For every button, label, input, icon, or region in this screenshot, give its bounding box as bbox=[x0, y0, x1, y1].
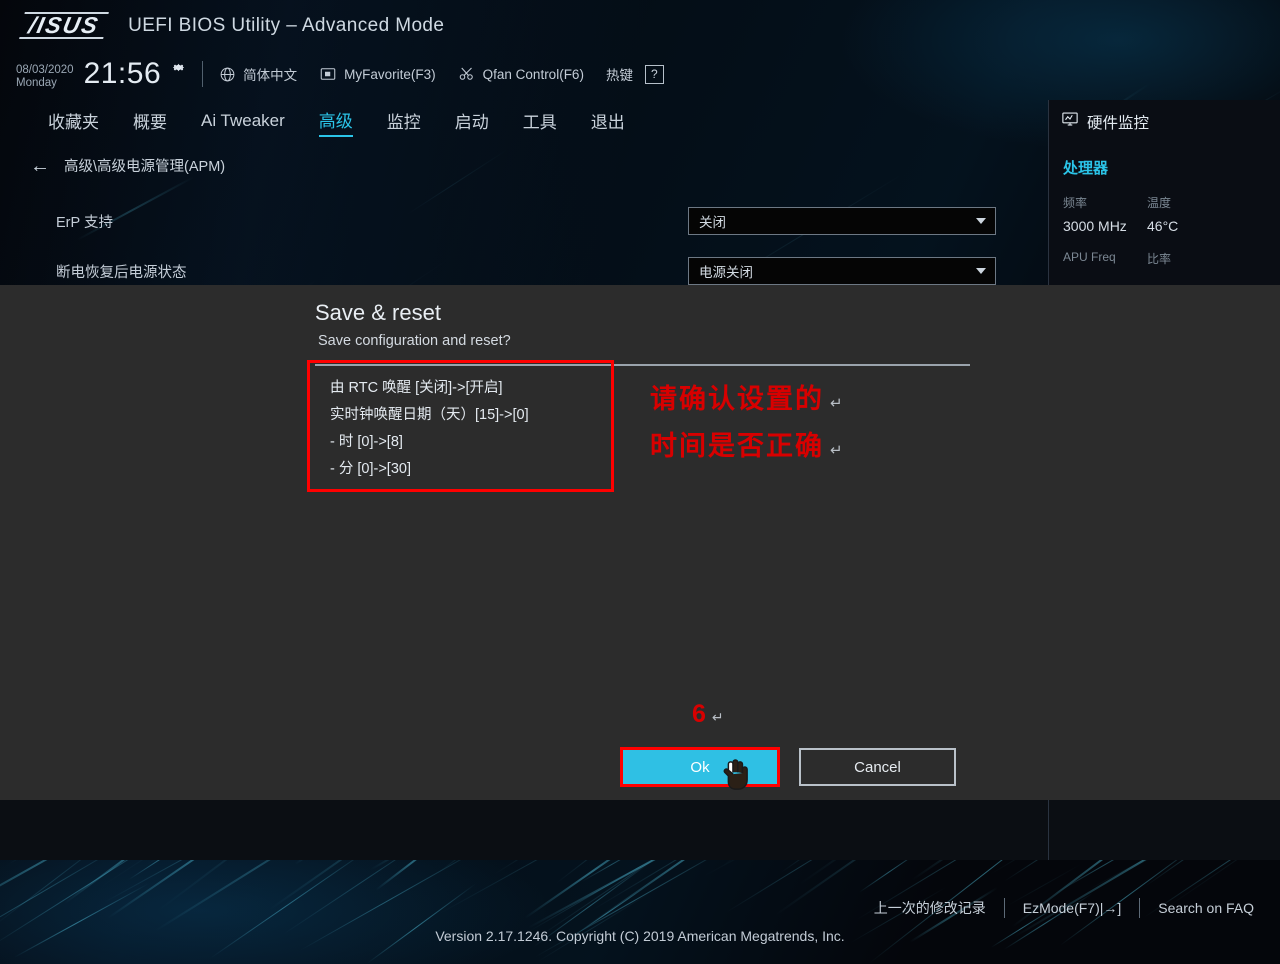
myfavorite-label: MyFavorite(F3) bbox=[344, 66, 436, 82]
header-bar: /ISUS UEFI BIOS Utility – Advanced Mode … bbox=[0, 0, 1280, 100]
tab-main[interactable]: 概要 bbox=[133, 108, 167, 136]
dialog-title: Save & reset bbox=[315, 300, 441, 325]
hw-key-frequency: 频率 bbox=[1063, 196, 1088, 210]
annotation-note: 请确认设置的 ↵ 时间是否正确 ↵ bbox=[650, 378, 843, 472]
tab-advanced[interactable]: 高级 bbox=[318, 107, 353, 137]
asus-logo: /ISUS bbox=[19, 12, 109, 39]
pilcrow-icon: ↵ bbox=[830, 395, 843, 412]
save-reset-dialog bbox=[0, 285, 1280, 800]
setting-value-erp: 关闭 bbox=[699, 215, 726, 230]
settings-list: ErP 支持 关闭 断电恢复后电源状态 电源关闭 bbox=[0, 196, 1048, 296]
bios-screen: /ISUS UEFI BIOS Utility – Advanced Mode … bbox=[0, 0, 1280, 964]
hw-cell-temperature: 温度 46°C bbox=[1147, 194, 1231, 234]
annotation-text-1: 请确认设置的 bbox=[650, 384, 824, 414]
hand-cursor-icon bbox=[719, 758, 749, 792]
highlight-box-ok: Ok bbox=[620, 747, 780, 790]
decorative-streak bbox=[1127, 860, 1250, 871]
tab-tool[interactable]: 工具 bbox=[523, 108, 557, 136]
fan-icon bbox=[458, 65, 476, 83]
tab-monitor[interactable]: 监控 bbox=[387, 108, 421, 136]
chevron-down-icon bbox=[976, 218, 986, 224]
breadcrumb: ← 高级\高级电源管理(APM) bbox=[30, 155, 225, 176]
hotkey-key-icon: ? bbox=[644, 64, 664, 84]
header-divider bbox=[202, 61, 204, 87]
tab-exit[interactable]: 退出 bbox=[591, 108, 625, 136]
qfan-label: Qfan Control(F6) bbox=[482, 66, 584, 82]
language-selector[interactable]: 简体中文 bbox=[219, 64, 297, 84]
tab-favorites[interactable]: 收藏夹 bbox=[48, 108, 99, 136]
hw-key-apu-freq: APU Freq bbox=[1063, 250, 1116, 264]
annotation-text-2: 时间是否正确 bbox=[650, 431, 824, 461]
hardware-monitor-row-2: APU Freq 比率 bbox=[1049, 234, 1280, 274]
decorative-streak bbox=[294, 860, 378, 865]
hardware-monitor-title: 硬件监控 bbox=[1049, 100, 1280, 133]
hw-cell-ratio: 比率 bbox=[1147, 250, 1231, 274]
page-title: UEFI BIOS Utility – Advanced Mode bbox=[128, 14, 445, 36]
dialog-subtitle: Save configuration and reset? bbox=[318, 333, 511, 349]
hw-cell-apu-freq: APU Freq bbox=[1063, 250, 1147, 274]
monitor-icon bbox=[1061, 110, 1079, 133]
search-faq-button[interactable]: Search on FAQ bbox=[1158, 900, 1254, 916]
step-number-text: 6 bbox=[692, 700, 706, 728]
chevron-down-icon bbox=[976, 268, 986, 274]
header-info-row: 08/03/2020 Monday 21:56 简体中文 MyFavorite(… bbox=[16, 54, 686, 94]
clock-text: 21:56 bbox=[83, 57, 162, 90]
qfan-control-button[interactable]: Qfan Control(F6) bbox=[458, 65, 584, 83]
hardware-monitor-section-cpu: 处理器 bbox=[1063, 160, 1109, 177]
hw-cell-frequency: 频率 3000 MHz bbox=[1063, 194, 1147, 234]
gear-icon[interactable] bbox=[171, 60, 186, 75]
date-text: 08/03/2020 bbox=[16, 64, 74, 76]
date-block: 08/03/2020 Monday bbox=[16, 58, 74, 90]
tab-ai-tweaker[interactable]: Ai Tweaker bbox=[201, 111, 285, 134]
globe-icon bbox=[219, 66, 236, 83]
brand-row: /ISUS UEFI BIOS Utility – Advanced Mode bbox=[19, 12, 445, 39]
annotation-line-1: 请确认设置的 ↵ bbox=[650, 378, 843, 425]
content-lower-area bbox=[0, 800, 1280, 860]
pilcrow-icon: ↵ bbox=[830, 442, 843, 459]
highlight-box-changes bbox=[307, 360, 614, 492]
status-divider bbox=[1139, 898, 1141, 918]
hotkey-label: 热键 bbox=[605, 68, 633, 83]
main-tabs: 收藏夹 概要 Ai Tweaker 高级 监控 启动 工具 退出 bbox=[0, 103, 1048, 141]
status-divider bbox=[1003, 898, 1005, 918]
setting-value-power-restore: 电源关闭 bbox=[699, 265, 753, 280]
ok-button[interactable]: Ok bbox=[623, 750, 777, 784]
pilcrow-icon: ↵ bbox=[711, 709, 724, 725]
annotation-step-number: 6 ↵ bbox=[692, 700, 724, 729]
decorative-streak bbox=[436, 860, 660, 874]
folder-star-icon bbox=[319, 65, 337, 83]
hardware-monitor-label: 硬件监控 bbox=[1087, 114, 1150, 132]
datetime-block: 08/03/2020 Monday 21:56 bbox=[16, 58, 186, 90]
decorative-streak bbox=[780, 860, 940, 873]
myfavorite-button[interactable]: MyFavorite(F3) bbox=[319, 65, 436, 83]
hw-key-ratio: 比率 bbox=[1147, 252, 1172, 266]
setting-dropdown-power-restore[interactable]: 电源关闭 bbox=[688, 257, 996, 285]
dialog-button-row: Ok Cancel bbox=[620, 747, 956, 790]
last-modified-button[interactable]: 上一次的修改记录 bbox=[874, 898, 986, 918]
cancel-button[interactable]: Cancel bbox=[799, 748, 956, 786]
back-arrow-icon[interactable]: ← bbox=[30, 156, 50, 176]
ezmode-button[interactable]: EzMode(F7)|→] bbox=[1023, 900, 1122, 916]
setting-label-erp: ErP 支持 bbox=[56, 214, 113, 231]
setting-row-erp: ErP 支持 关闭 bbox=[0, 196, 1048, 246]
version-text: Version 2.17.1246. Copyright (C) 2019 Am… bbox=[435, 928, 845, 944]
tab-boot[interactable]: 启动 bbox=[455, 108, 489, 136]
decorative-streak bbox=[1055, 860, 1166, 895]
setting-label-power-restore: 断电恢复后电源状态 bbox=[56, 264, 187, 281]
language-label: 简体中文 bbox=[243, 68, 298, 83]
weekday-text: Monday bbox=[16, 77, 57, 89]
content-lower-divider bbox=[1048, 800, 1049, 860]
hw-key-temperature: 温度 bbox=[1147, 196, 1172, 210]
hotkey-button[interactable]: 热键 ? bbox=[606, 64, 664, 84]
hw-value-frequency: 3000 MHz bbox=[1063, 218, 1127, 234]
hardware-monitor-row-1: 频率 3000 MHz 温度 46°C bbox=[1049, 178, 1280, 234]
decorative-streak bbox=[1144, 860, 1266, 887]
breadcrumb-path: 高级\高级电源管理(APM) bbox=[64, 159, 226, 175]
setting-dropdown-erp[interactable]: 关闭 bbox=[688, 207, 996, 235]
status-bar: 上一次的修改记录 EzMode(F7)|→] Search on FAQ bbox=[0, 893, 1280, 923]
hw-value-temperature: 46°C bbox=[1147, 218, 1179, 234]
annotation-line-2: 时间是否正确 ↵ bbox=[650, 425, 843, 472]
